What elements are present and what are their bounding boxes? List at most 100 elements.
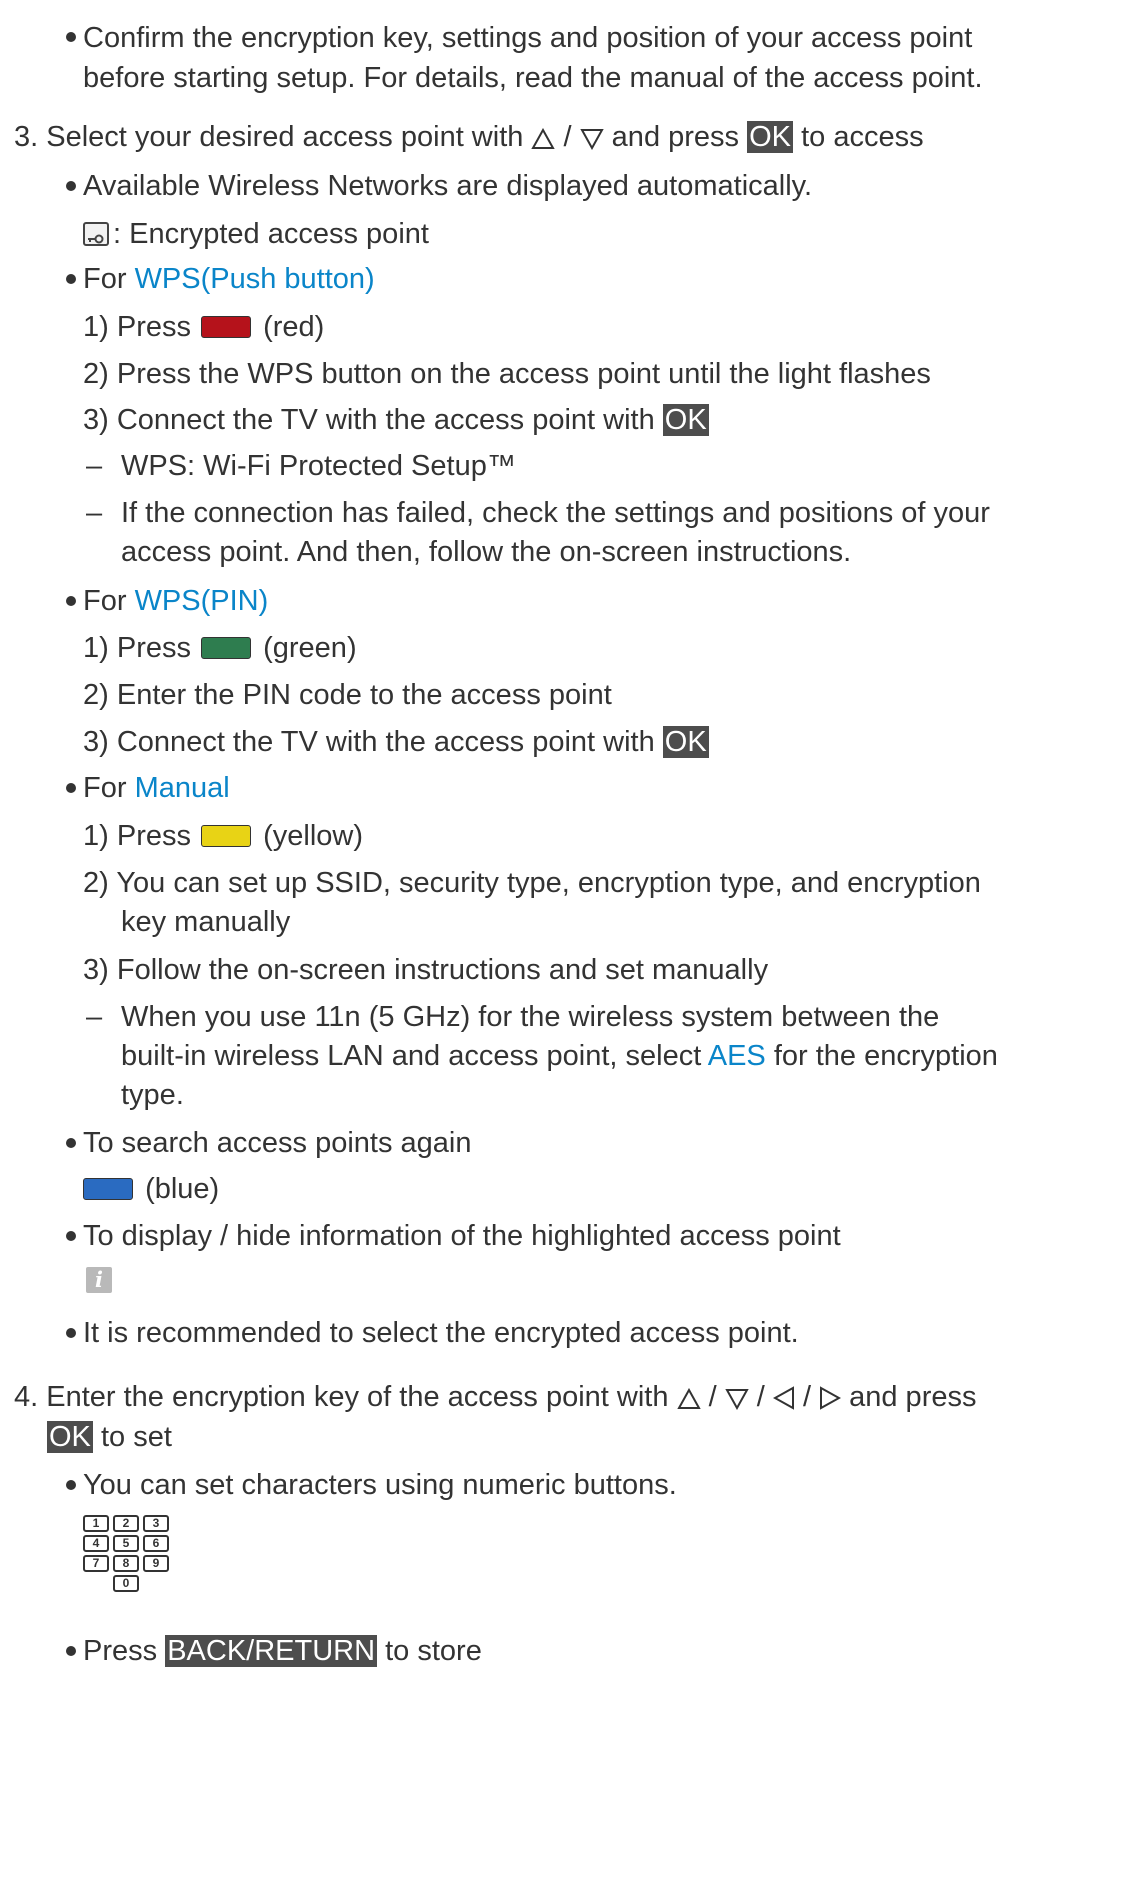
up-arrow-icon [531, 128, 556, 149]
wps-definition-note: WPS: Wi-Fi Protected Setup™ [121, 450, 516, 482]
step4-text-post2: to set [92, 1421, 172, 1453]
connection-failed-note-line1: If the connection has failed, check the … [121, 497, 990, 529]
wps-pin-heading: For WPS(PIN) [83, 582, 268, 620]
recommend-text: It is recommended to select the encrypte… [83, 1317, 799, 1349]
step-number: 2) [83, 867, 109, 899]
right-arrow-icon [820, 1386, 842, 1410]
step-text: Press [116, 632, 200, 664]
encrypted-key-icon [83, 222, 109, 246]
down-arrow-icon [725, 1389, 749, 1410]
step-text: Connect the TV with the access point wit… [116, 726, 663, 758]
ok-key-label: OK [47, 1421, 93, 1453]
bullet-icon [66, 783, 76, 793]
step4-sep: / [700, 1381, 725, 1413]
step-text: Press the WPS button on the access point… [116, 358, 931, 390]
numpad-key: 8 [113, 1555, 139, 1572]
numpad-key: 3 [143, 1515, 169, 1532]
yellow-button-icon [201, 825, 252, 847]
numpad-key: 6 [143, 1535, 169, 1552]
aes-link[interactable]: AES [708, 1040, 766, 1072]
numpad-key: 2 [113, 1515, 139, 1532]
connection-failed-note-line2: access point. And then, follow the on-sc… [121, 536, 852, 568]
store-instruction: Press BACK/RETURN to store [83, 1632, 482, 1670]
ok-key-label: OK [747, 121, 794, 153]
bullet-icon [66, 181, 76, 191]
aes-note-post: for the encryption [765, 1040, 998, 1072]
down-arrow-icon [579, 129, 604, 150]
blue-label: (blue) [145, 1173, 220, 1205]
step3-text-post: to access [793, 121, 924, 153]
numpad-key: 5 [113, 1535, 139, 1552]
aes-note-line1: When you use 11n (5 GHz) for the wireles… [121, 1001, 940, 1033]
ok-key-label: OK [662, 404, 709, 436]
wps-push-step2: 2) Press the WPS button on the access po… [83, 355, 931, 393]
bullet-icon [66, 596, 76, 606]
step-number: 3) [83, 954, 109, 986]
step-number: 1) [83, 820, 109, 852]
info-icon: i [86, 1267, 112, 1293]
for-label: For [83, 772, 135, 804]
step3-text-mid: and press [603, 121, 748, 153]
step4-heading-line1: 4. Enter the encryption key of the acces… [14, 1378, 976, 1416]
step-text: Connect the TV with the access point wit… [116, 404, 663, 436]
numpad-key: 4 [83, 1535, 109, 1552]
step-number: 1) [83, 311, 109, 343]
dash: – [86, 1001, 103, 1033]
step4-number: 4. [14, 1381, 39, 1413]
left-arrow-icon [772, 1386, 794, 1410]
numpad-key: 9 [143, 1555, 169, 1572]
manual-step1: 1) Press (yellow) [83, 817, 363, 855]
intro-text-line2: before starting setup. For details, read… [83, 62, 983, 94]
dash: – [86, 450, 103, 482]
up-arrow-icon [676, 1388, 701, 1409]
green-label: (green) [263, 632, 357, 664]
bullet-icon [66, 274, 76, 284]
numeric-buttons-text: You can set characters using numeric but… [83, 1469, 677, 1501]
manual-step3: 3) Follow the on-screen instructions and… [83, 951, 768, 989]
wps-pin-step3: 3) Connect the TV with the access point … [83, 723, 709, 761]
for-label: For [83, 585, 135, 617]
step-text: Press [116, 311, 200, 343]
manual-step2-line2: key manually [121, 906, 291, 938]
step4-heading-line2: OK to set [47, 1418, 172, 1456]
step-number: 3) [83, 726, 109, 758]
step4-text-post: and press [841, 1381, 977, 1413]
numeric-keypad-icon: 1 2 3 4 5 6 7 8 9 0 [83, 1515, 173, 1595]
aes-note-pre: built-in wireless LAN and access point, … [121, 1040, 708, 1072]
red-button-icon [201, 316, 252, 338]
intro-text-line1: Confirm the encryption key, settings and… [83, 22, 973, 54]
encrypted-access-point-label: : Encrypted access point [113, 218, 429, 250]
display-info-text: To display / hide information of the hig… [83, 1220, 841, 1252]
dash: – [86, 497, 103, 529]
store-post: to store [377, 1635, 482, 1667]
numpad-key: 1 [83, 1515, 109, 1532]
numpad-key: 0 [113, 1575, 139, 1592]
wps-pin-step2: 2) Enter the PIN code to the access poin… [83, 676, 612, 714]
step-number: 2) [83, 679, 109, 711]
numpad-key: 7 [83, 1555, 109, 1572]
aes-note-line3: type. [121, 1079, 184, 1111]
bullet-icon [66, 1328, 76, 1338]
step4-sep: / [748, 1381, 773, 1413]
bullet-icon [66, 1138, 76, 1148]
manual-link[interactable]: Manual [135, 772, 230, 804]
help-document: Confirm the encryption key, settings and… [0, 0, 1121, 1894]
wps-push-step1: 1) Press (red) [83, 308, 324, 346]
step4-text-pre: Enter the encryption key of the access p… [46, 1381, 669, 1413]
red-label: (red) [263, 311, 325, 343]
step-text: You can set up SSID, security type, encr… [116, 867, 981, 899]
blue-button-row: (blue) [83, 1170, 219, 1208]
bullet-icon [66, 1646, 76, 1656]
step4-sep: / [794, 1381, 820, 1413]
step-number: 1) [83, 632, 109, 664]
search-again-text: To search access points again [83, 1127, 472, 1159]
step3-text-pre: Select your desired access point with [46, 121, 524, 153]
wps-pin-link[interactable]: WPS(PIN) [135, 585, 269, 617]
bullet-icon [66, 1231, 76, 1241]
wps-push-button-link[interactable]: WPS(Push button) [135, 263, 375, 295]
ok-key-label: OK [662, 726, 709, 758]
step3-sep: / [555, 121, 580, 153]
step-text: Follow the on-screen instructions and se… [116, 954, 769, 986]
back-return-key-label: BACK/RETURN [165, 1635, 378, 1667]
step-number: 2) [83, 358, 109, 390]
